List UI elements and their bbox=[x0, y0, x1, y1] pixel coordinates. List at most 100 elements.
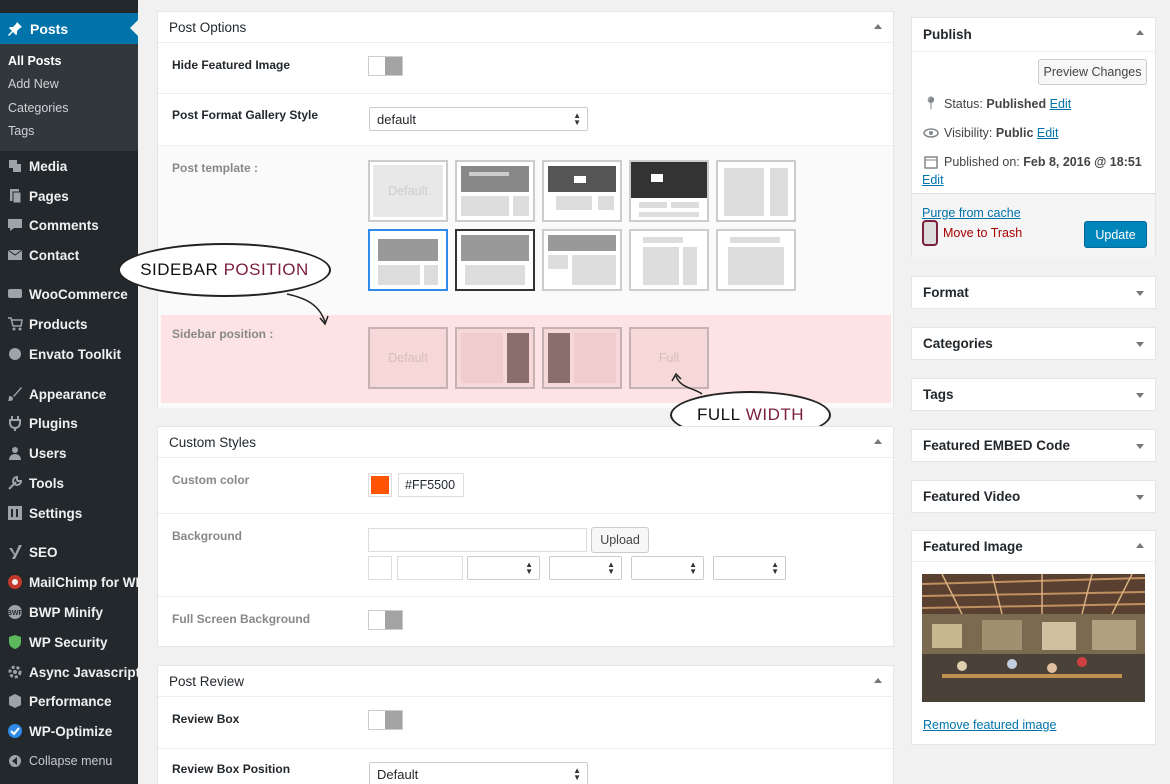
hide-featured-toggle[interactable] bbox=[368, 56, 403, 76]
nav-appearance[interactable]: Appearance bbox=[6, 384, 106, 404]
tags-header[interactable]: Tags bbox=[912, 379, 1155, 410]
sidebar-right[interactable] bbox=[455, 327, 535, 389]
submenu-tags[interactable]: Tags bbox=[8, 124, 34, 138]
remove-featured-image-link[interactable]: Remove featured image bbox=[923, 718, 1056, 732]
post-options-header[interactable]: Post Options bbox=[158, 12, 893, 43]
sidebar-left[interactable] bbox=[542, 327, 622, 389]
embed-header[interactable]: Featured EMBED Code bbox=[912, 430, 1155, 461]
nav-plugins[interactable]: Plugins bbox=[6, 413, 78, 433]
nav-posts[interactable]: Posts bbox=[0, 13, 138, 44]
expand-down-icon[interactable] bbox=[1136, 342, 1144, 347]
nav-woocommerce[interactable]: WooCommerce bbox=[6, 284, 128, 304]
template-9[interactable] bbox=[629, 229, 709, 291]
published-label: Published on: bbox=[944, 155, 1020, 169]
template-6-selected[interactable] bbox=[368, 229, 448, 291]
gallery-style-label: Post Format Gallery Style bbox=[172, 108, 319, 122]
submenu-add-new[interactable]: Add New bbox=[8, 77, 59, 91]
review-position-select[interactable]: Default ▲ ▼ bbox=[369, 762, 588, 784]
published-edit-link[interactable]: Edit bbox=[922, 173, 944, 187]
bg-attachment-select[interactable]: ▲ ▼ bbox=[549, 556, 622, 580]
nav-seo[interactable]: SEO bbox=[6, 542, 58, 562]
featured-image-thumbnail[interactable] bbox=[922, 574, 1145, 702]
nav-async-js-label: Async Javascript bbox=[29, 664, 141, 680]
gallery-style-select[interactable]: default ▲ ▼ bbox=[369, 107, 588, 131]
preview-changes-button[interactable]: Preview Changes bbox=[1038, 59, 1147, 85]
submenu-all-posts[interactable]: All Posts bbox=[8, 54, 62, 68]
nav-pages[interactable]: Pages bbox=[6, 186, 69, 206]
nav-tools[interactable]: Tools bbox=[6, 473, 64, 493]
collapse-menu[interactable]: Collapse menu bbox=[6, 751, 112, 771]
nav-mailchimp[interactable]: MailChimp for WP bbox=[6, 572, 145, 592]
nav-wp-security-label: WP Security bbox=[29, 634, 108, 650]
nav-media[interactable]: Media bbox=[6, 156, 67, 176]
expand-down-icon[interactable] bbox=[1136, 495, 1144, 500]
video-header[interactable]: Featured Video bbox=[912, 481, 1155, 512]
upload-button[interactable]: Upload bbox=[591, 527, 649, 553]
envato-icon bbox=[6, 345, 24, 363]
full-screen-toggle[interactable] bbox=[368, 610, 403, 630]
bg-position-input[interactable] bbox=[397, 556, 463, 580]
nav-products[interactable]: Products bbox=[6, 314, 88, 334]
nav-wp-security[interactable]: WP Security bbox=[6, 632, 108, 652]
nav-envato[interactable]: Envato Toolkit bbox=[6, 344, 121, 364]
collapse-up-icon[interactable] bbox=[874, 24, 882, 29]
background-url-input[interactable] bbox=[368, 528, 587, 552]
review-box-toggle[interactable] bbox=[368, 710, 403, 730]
sidebar-position-area: Sidebar position : Default Full bbox=[161, 315, 891, 403]
brush-icon bbox=[6, 385, 24, 403]
template-3[interactable] bbox=[542, 160, 622, 222]
template-4[interactable] bbox=[629, 160, 709, 222]
template-7[interactable] bbox=[455, 229, 535, 291]
collapse-up-icon[interactable] bbox=[874, 678, 882, 683]
color-swatch[interactable] bbox=[368, 473, 392, 497]
trash-icon bbox=[922, 220, 938, 246]
post-review-header[interactable]: Post Review bbox=[158, 666, 893, 697]
template-5[interactable] bbox=[716, 160, 796, 222]
nav-async-js[interactable]: Async Javascript bbox=[6, 662, 140, 682]
purge-cache-link[interactable]: Purge from cache bbox=[922, 206, 1021, 220]
color-hex-input[interactable]: #FF5500 bbox=[398, 473, 464, 497]
visibility-edit-link[interactable]: Edit bbox=[1037, 126, 1059, 140]
bg-repeat-select[interactable]: ▲ ▼ bbox=[467, 556, 540, 580]
expand-down-icon[interactable] bbox=[1136, 444, 1144, 449]
bg-color-swatch[interactable] bbox=[368, 556, 392, 580]
move-to-trash-link[interactable]: Move to Trash bbox=[943, 226, 1022, 240]
expand-down-icon[interactable] bbox=[1136, 291, 1144, 296]
users-icon bbox=[6, 444, 24, 462]
bg-position-select[interactable]: ▲ ▼ bbox=[713, 556, 786, 580]
nav-comments[interactable]: Comments bbox=[6, 215, 99, 235]
nav-wp-optimize[interactable]: WP-Optimize bbox=[6, 721, 112, 741]
nav-users[interactable]: Users bbox=[6, 443, 67, 463]
categories-header[interactable]: Categories bbox=[912, 328, 1155, 359]
nav-media-label: Media bbox=[29, 158, 68, 174]
nav-bwp-minify[interactable]: BWP BWP Minify bbox=[6, 602, 103, 622]
visibility-label: Visibility: bbox=[944, 126, 993, 140]
published-line: Published on: Feb 8, 2016 @ 18:51 bbox=[922, 155, 1142, 169]
nav-contact[interactable]: Contact bbox=[6, 245, 79, 265]
nav-settings[interactable]: Settings bbox=[6, 503, 82, 523]
template-2[interactable] bbox=[455, 160, 535, 222]
submenu-categories[interactable]: Categories bbox=[8, 101, 68, 115]
bg-size-select[interactable]: ▲ ▼ bbox=[631, 556, 704, 580]
featured-image-header[interactable]: Featured Image bbox=[912, 531, 1155, 562]
nav-performance[interactable]: Performance bbox=[6, 691, 112, 711]
update-button[interactable]: Update bbox=[1084, 221, 1147, 248]
select-arrows-icon: ▲ ▼ bbox=[525, 560, 533, 576]
format-header[interactable]: Format bbox=[912, 277, 1155, 308]
template-default[interactable]: Default bbox=[368, 160, 448, 222]
expand-down-icon[interactable] bbox=[1136, 393, 1144, 398]
status-line: 📍︎ Status: Published Edit bbox=[922, 96, 1071, 111]
collapse-up-icon[interactable] bbox=[1136, 543, 1144, 548]
callout-word-4: WIDTH bbox=[745, 405, 805, 424]
collapse-up-icon[interactable] bbox=[874, 439, 882, 444]
template-8[interactable] bbox=[542, 229, 622, 291]
collapse-up-icon[interactable] bbox=[1136, 30, 1144, 35]
settings-icon bbox=[6, 504, 24, 522]
template-10[interactable] bbox=[716, 229, 796, 291]
collapse-menu-label: Collapse menu bbox=[29, 754, 113, 768]
status-edit-link[interactable]: Edit bbox=[1050, 97, 1072, 111]
sidebar-default[interactable]: Default bbox=[368, 327, 448, 389]
publish-header[interactable]: Publish bbox=[912, 18, 1155, 52]
custom-color-label: Custom color bbox=[172, 473, 250, 487]
custom-styles-header[interactable]: Custom Styles bbox=[158, 427, 893, 458]
